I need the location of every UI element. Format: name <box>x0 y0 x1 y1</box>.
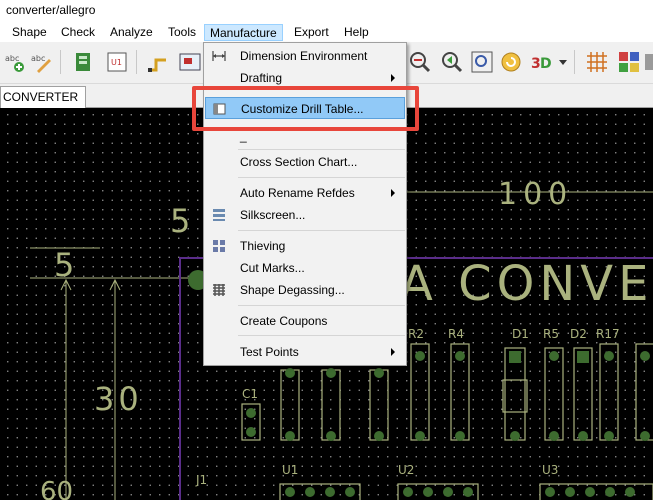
zoom-out-icon[interactable] <box>408 50 432 74</box>
highlight-callout <box>192 86 419 131</box>
menu-shape[interactable]: Shape <box>7 24 52 41</box>
menu-item-shape-degassing[interactable]: Shape Degassing... <box>205 279 405 301</box>
chevron-down-icon[interactable] <box>558 50 568 74</box>
menu-item-dimension-environment[interactable]: Dimension Environment <box>205 45 405 67</box>
menu-separator <box>238 149 405 150</box>
menu-item-silkscreen[interactable]: Silkscreen... <box>205 204 405 226</box>
thieving-icon <box>213 240 225 252</box>
edit-text-icon[interactable]: abc <box>29 50 53 74</box>
menu-check[interactable]: Check <box>56 24 100 41</box>
refdes-r5: R5 <box>543 327 559 341</box>
dimension-label-bottom: 60 <box>40 477 73 500</box>
title-bar: converter/allegro <box>0 0 653 22</box>
window-title: converter/allegro <box>6 3 96 17</box>
menu-bar: Shape Check Analyze Tools Manufacture Ex… <box>0 22 653 42</box>
3d-view-icon[interactable]: 3D <box>530 50 554 74</box>
board-icon[interactable] <box>178 50 202 74</box>
silkscreen-icon <box>213 209 225 221</box>
menu-item-cut-marks[interactable]: Cut Marks... <box>205 257 405 279</box>
menu-item-auto-rename-refdes[interactable]: Auto Rename Refdes <box>205 182 405 204</box>
svg-text:U1: U1 <box>111 58 122 67</box>
submenu-arrow-icon <box>391 189 395 197</box>
refdes-u2: U2 <box>398 463 414 477</box>
grid-icon[interactable] <box>585 50 609 74</box>
menu-item-cross-section-chart[interactable]: Cross Section Chart... <box>205 151 405 173</box>
menu-separator <box>238 177 405 178</box>
component-icon[interactable] <box>72 50 96 74</box>
menu-export[interactable]: Export <box>289 24 334 41</box>
zoom-previous-icon[interactable] <box>440 50 464 74</box>
app-window: converter/allegro Shape Check Analyze To… <box>0 0 653 500</box>
menu-item-thieving[interactable]: Thieving <box>205 235 405 257</box>
menu-tools[interactable]: Tools <box>163 24 201 41</box>
refdes-d2: D2 <box>570 327 587 341</box>
refdes-r2: R2 <box>408 327 424 341</box>
refdes-u3: U3 <box>542 463 558 477</box>
add-text-icon[interactable]: abc <box>3 50 27 74</box>
menu-item-create-coupons[interactable]: Create Coupons <box>205 310 405 332</box>
degassing-icon <box>213 284 225 296</box>
menu-separator <box>238 305 405 306</box>
menu-analyze[interactable]: Analyze <box>105 24 158 41</box>
menu-item-test-points[interactable]: Test Points <box>205 341 405 363</box>
zoom-fit-icon[interactable] <box>470 50 494 74</box>
dimension-label-left-top: 5 <box>170 202 190 240</box>
menu-help[interactable]: Help <box>339 24 374 41</box>
svg-text:D: D <box>540 56 552 72</box>
dimension-label-top: 100 <box>498 177 573 212</box>
menu-manufacture[interactable]: Manufacture <box>204 24 283 41</box>
refdes-r4: R4 <box>448 327 464 341</box>
submenu-arrow-icon <box>391 74 395 82</box>
symbol-icon[interactable]: U1 <box>105 50 129 74</box>
svg-text:abc: abc <box>31 54 45 63</box>
redraw-icon[interactable] <box>499 50 523 74</box>
refdes-d1: D1 <box>512 327 529 341</box>
dimension-label-vertical: 30 <box>94 380 143 418</box>
tab-converter[interactable]: CONVERTER <box>0 86 86 108</box>
refdes-r17: R17 <box>596 327 620 341</box>
menu-separator <box>238 230 405 231</box>
toolbar-overflow-icon[interactable] <box>645 50 653 74</box>
color-layers-icon[interactable] <box>617 50 641 74</box>
board-title: A CONVERTER <box>400 256 653 312</box>
svg-text:abc: abc <box>5 54 19 63</box>
refdes-u1: U1 <box>282 463 298 477</box>
route-icon[interactable] <box>146 50 170 74</box>
refdes-j1: J1 <box>195 473 207 487</box>
menu-separator <box>238 335 405 336</box>
pads <box>246 351 650 497</box>
submenu-arrow-icon <box>391 348 395 356</box>
refdes-c1: C1 <box>242 387 258 401</box>
dimension-icon <box>212 51 226 61</box>
